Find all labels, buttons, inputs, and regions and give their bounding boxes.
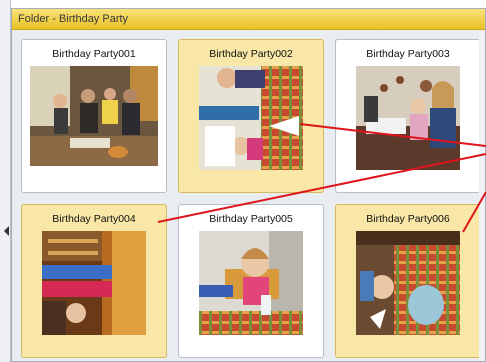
thumbnail-tile-2[interactable]: Birthday Party002 [178,39,324,193]
photo-thumbnail [30,66,158,166]
left-panel-edge [0,0,11,362]
thumbnail-label: Birthday Party002 [209,48,293,60]
thumbnail-label: Birthday Party001 [52,48,136,60]
thumbnail-tile-1[interactable]: Birthday Party001 [21,39,167,193]
photo-thumbnail [199,66,303,170]
folder-window: Folder - Birthday Party Birthday Party00… [11,8,486,362]
thumbnail-label: Birthday Party005 [209,213,293,225]
thumbnail-label: Birthday Party006 [366,213,450,225]
thumbnail-tile-5[interactable]: Birthday Party005 [178,204,324,358]
collapse-arrow-icon[interactable] [4,226,9,236]
thumbnail-label: Birthday Party004 [52,213,136,225]
photo-thumbnail [356,231,460,335]
photo-thumbnail [356,66,460,170]
vertical-scrollbar[interactable] [479,30,485,361]
thumbnail-grid: Birthday Party001 Birthday Party002 Birt… [12,30,485,361]
thumbnail-tile-3[interactable]: Birthday Party003 [335,39,481,193]
thumbnail-label: Birthday Party003 [366,48,450,60]
thumbnail-tile-4[interactable]: Birthday Party004 [21,204,167,358]
photo-thumbnail [42,231,146,335]
photo-thumbnail [199,231,303,335]
thumbnail-tile-6[interactable]: Birthday Party006 [335,204,481,358]
window-title: Folder - Birthday Party [12,9,485,30]
